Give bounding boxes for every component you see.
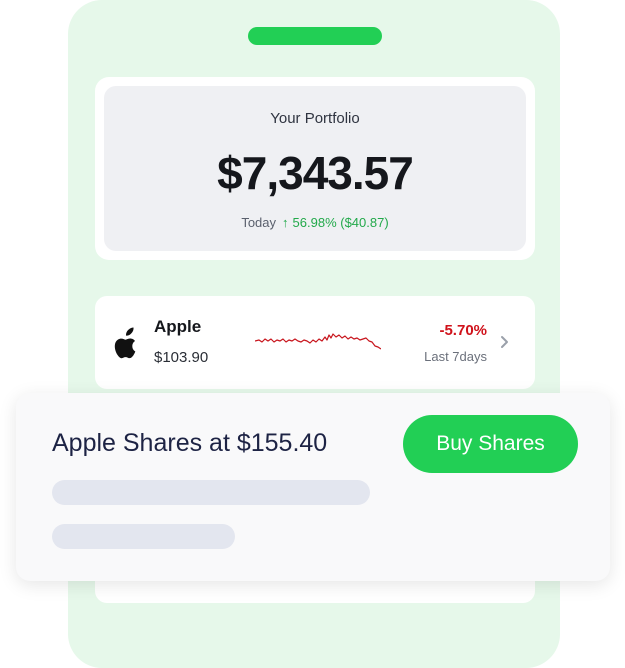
phone-notch bbox=[248, 27, 382, 45]
stock-price: $103.90 bbox=[154, 349, 209, 366]
portfolio-summary: Your Portfolio $7,343.57 Today ↑ 56.98% ($… bbox=[104, 86, 526, 251]
stock-sparkline bbox=[255, 333, 381, 350]
stock-name: Apple bbox=[154, 317, 202, 336]
stock-period: Last 7days bbox=[424, 349, 487, 364]
popup-title: Apple Shares at $155.40 bbox=[52, 429, 328, 457]
stock-change: -5.70% bbox=[439, 322, 487, 339]
portfolio-title: Your Portfolio bbox=[270, 110, 360, 127]
chevron-right-icon[interactable] bbox=[499, 333, 511, 351]
buy-shares-popup: Apple Shares at $155.40 Buy Shares bbox=[16, 393, 610, 581]
stock-row-apple[interactable]: Apple $103.90 -5.70% Last 7days bbox=[95, 296, 535, 389]
portfolio-value: $7,343.57 bbox=[217, 147, 414, 199]
skeleton-line bbox=[52, 480, 370, 505]
portfolio-change-text: 56.98% ($40.87) bbox=[292, 215, 389, 230]
apple-logo-icon bbox=[114, 327, 136, 359]
skeleton-line bbox=[52, 524, 235, 549]
buy-shares-button[interactable]: Buy Shares bbox=[403, 415, 578, 473]
portfolio-period-label: Today bbox=[241, 215, 277, 230]
portfolio-change-row: Today ↑ 56.98% ($40.87) bbox=[104, 215, 526, 230]
arrow-up-icon: ↑ bbox=[282, 215, 289, 230]
